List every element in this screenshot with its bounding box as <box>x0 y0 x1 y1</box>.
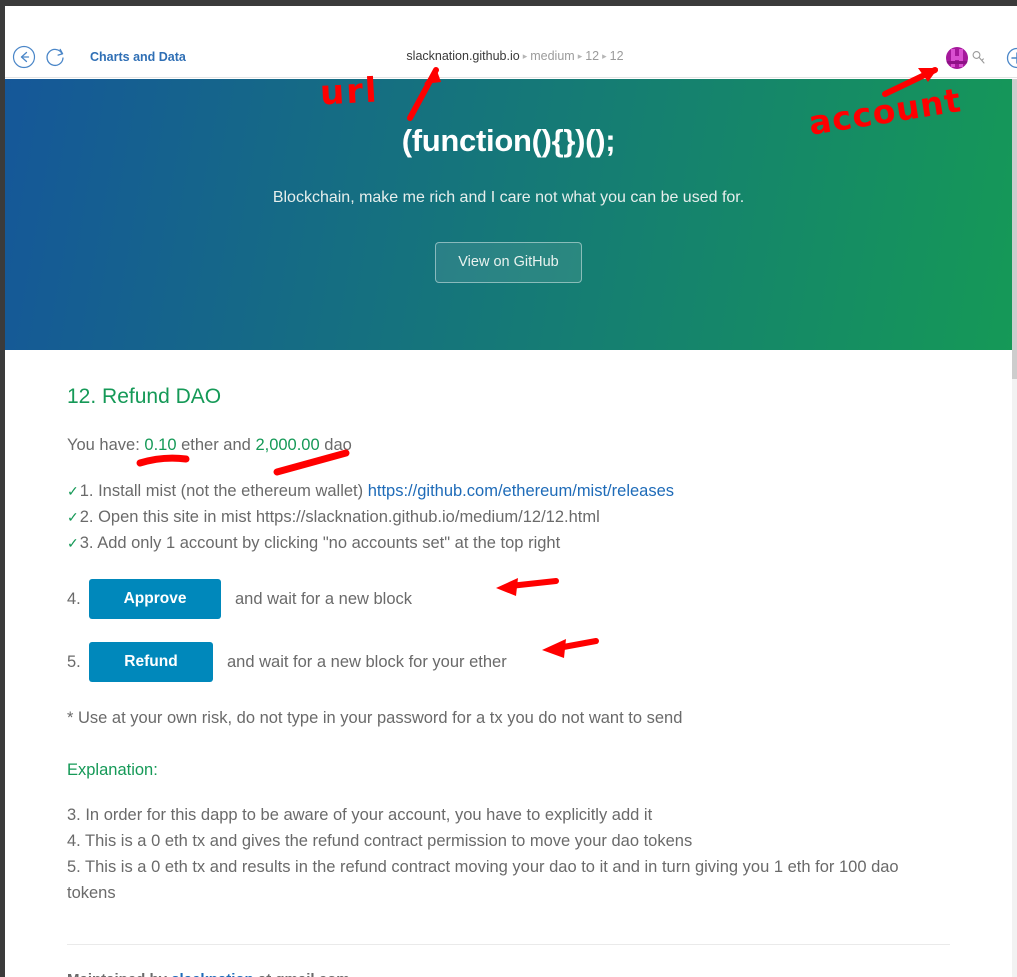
disclaimer-text: * Use at your own risk, do not type in y… <box>67 709 683 727</box>
url-crumb-1: medium <box>530 49 575 63</box>
identicon-shape <box>946 61 968 64</box>
explanation-line: 5. This is a 0 eth tx and results in the… <box>67 858 899 902</box>
explanation-title: Explanation: <box>67 761 158 779</box>
explanation-body: 3. In order for this dapp to be aware of… <box>67 802 937 906</box>
add-tab-icon[interactable] <box>1005 46 1017 70</box>
scrollbar-thumb[interactable] <box>1012 79 1017 379</box>
explanation-line: 3. In order for this dapp to be aware of… <box>67 806 653 824</box>
approve-button[interactable]: Approve <box>89 579 221 619</box>
maintainer-link[interactable]: slacknation <box>171 971 254 977</box>
identicon-shape <box>951 56 963 60</box>
url-crumb-3: 12 <box>609 49 624 63</box>
step-number: 3. <box>79 534 94 552</box>
url-separator-1: ▸ <box>522 50 528 61</box>
ether-balance-value: 0.10 <box>144 436 177 454</box>
url-host: slacknation.github.io <box>406 49 520 63</box>
step-text: Install mist (not the ethereum wallet) <box>98 482 368 500</box>
account-identicon[interactable] <box>946 47 968 69</box>
list-item: ✓1. Install mist (not the ethereum walle… <box>67 478 952 504</box>
dao-balance-value: 2,000.00 <box>255 436 320 454</box>
list-item: ✓2. Open this site in mist https://slack… <box>67 504 952 530</box>
step-number: 2. <box>79 508 94 526</box>
refund-action-row: 5. Refund and wait for a new block for y… <box>67 642 952 682</box>
page-title[interactable]: Charts and Data <box>90 50 186 64</box>
step-text: Add only 1 account by clicking "no accou… <box>97 534 561 552</box>
url-crumb-2: 12 <box>585 49 600 63</box>
balance-prefix: You have: <box>67 436 140 454</box>
step-number: 5. <box>67 652 81 671</box>
steps-list: ✓1. Install mist (not the ethereum walle… <box>67 478 952 556</box>
hero-content: (function(){})(); Blockchain, make me ri… <box>5 79 1012 283</box>
address-bar[interactable]: slacknation.github.io ▸ medium ▸ 12 ▸ 12 <box>305 49 725 63</box>
footer: Maintained by slacknation at gmail.com <box>67 971 952 977</box>
check-icon: ✓ <box>67 483 79 499</box>
section-title: 12. Refund DAO <box>67 385 222 408</box>
list-item: ✓3. Add only 1 account by clicking "no a… <box>67 530 952 556</box>
mist-releases-link[interactable]: https://github.com/ethereum/mist/release… <box>368 482 674 500</box>
balance-line: You have: 0.10 ether and 2,000.00 dao <box>67 436 952 455</box>
url-separator-2: ▸ <box>577 50 583 61</box>
key-icon[interactable] <box>971 50 987 66</box>
step-text: Open this site in mist https://slacknati… <box>98 508 600 526</box>
url-separator-3: ▸ <box>602 50 607 61</box>
back-arrow-icon[interactable] <box>11 44 37 70</box>
approve-action-text: and wait for a new block <box>235 589 413 608</box>
content-container: 12. Refund DAO You have: 0.10 ether and … <box>67 350 952 977</box>
browser-window: Charts and Data slacknation.github.io ▸ me… <box>0 0 1017 977</box>
hero-subtitle: Blockchain, make me rich and I care not … <box>272 189 745 206</box>
step-number: 4. <box>67 589 81 608</box>
check-icon: ✓ <box>67 535 79 551</box>
page-content: 12. Refund DAO You have: 0.10 ether and … <box>5 350 1012 977</box>
footer-prefix: Maintained by <box>67 971 167 977</box>
view-on-github-button[interactable]: View on GitHub <box>435 242 582 283</box>
step-number: 1. <box>79 482 94 500</box>
approve-action-row: 4. Approve and wait for a new block <box>67 579 952 619</box>
dao-balance-label: dao <box>324 436 352 454</box>
explanation-line: 4. This is a 0 eth tx and gives the refu… <box>67 832 693 850</box>
browser-toolbar: Charts and Data slacknation.github.io ▸ me… <box>5 6 1017 78</box>
refund-button[interactable]: Refund <box>89 642 213 682</box>
hero-title: (function(){})(); <box>401 123 616 158</box>
footer-divider <box>67 944 950 945</box>
hero-banner: (function(){})(); Blockchain, make me ri… <box>5 79 1012 350</box>
ether-balance-label: ether and <box>181 436 251 454</box>
reload-icon[interactable] <box>43 44 69 70</box>
check-icon: ✓ <box>67 509 79 525</box>
refund-action-text: and wait for a new block for your ether <box>227 652 507 671</box>
footer-suffix: at gmail.com <box>258 971 350 977</box>
